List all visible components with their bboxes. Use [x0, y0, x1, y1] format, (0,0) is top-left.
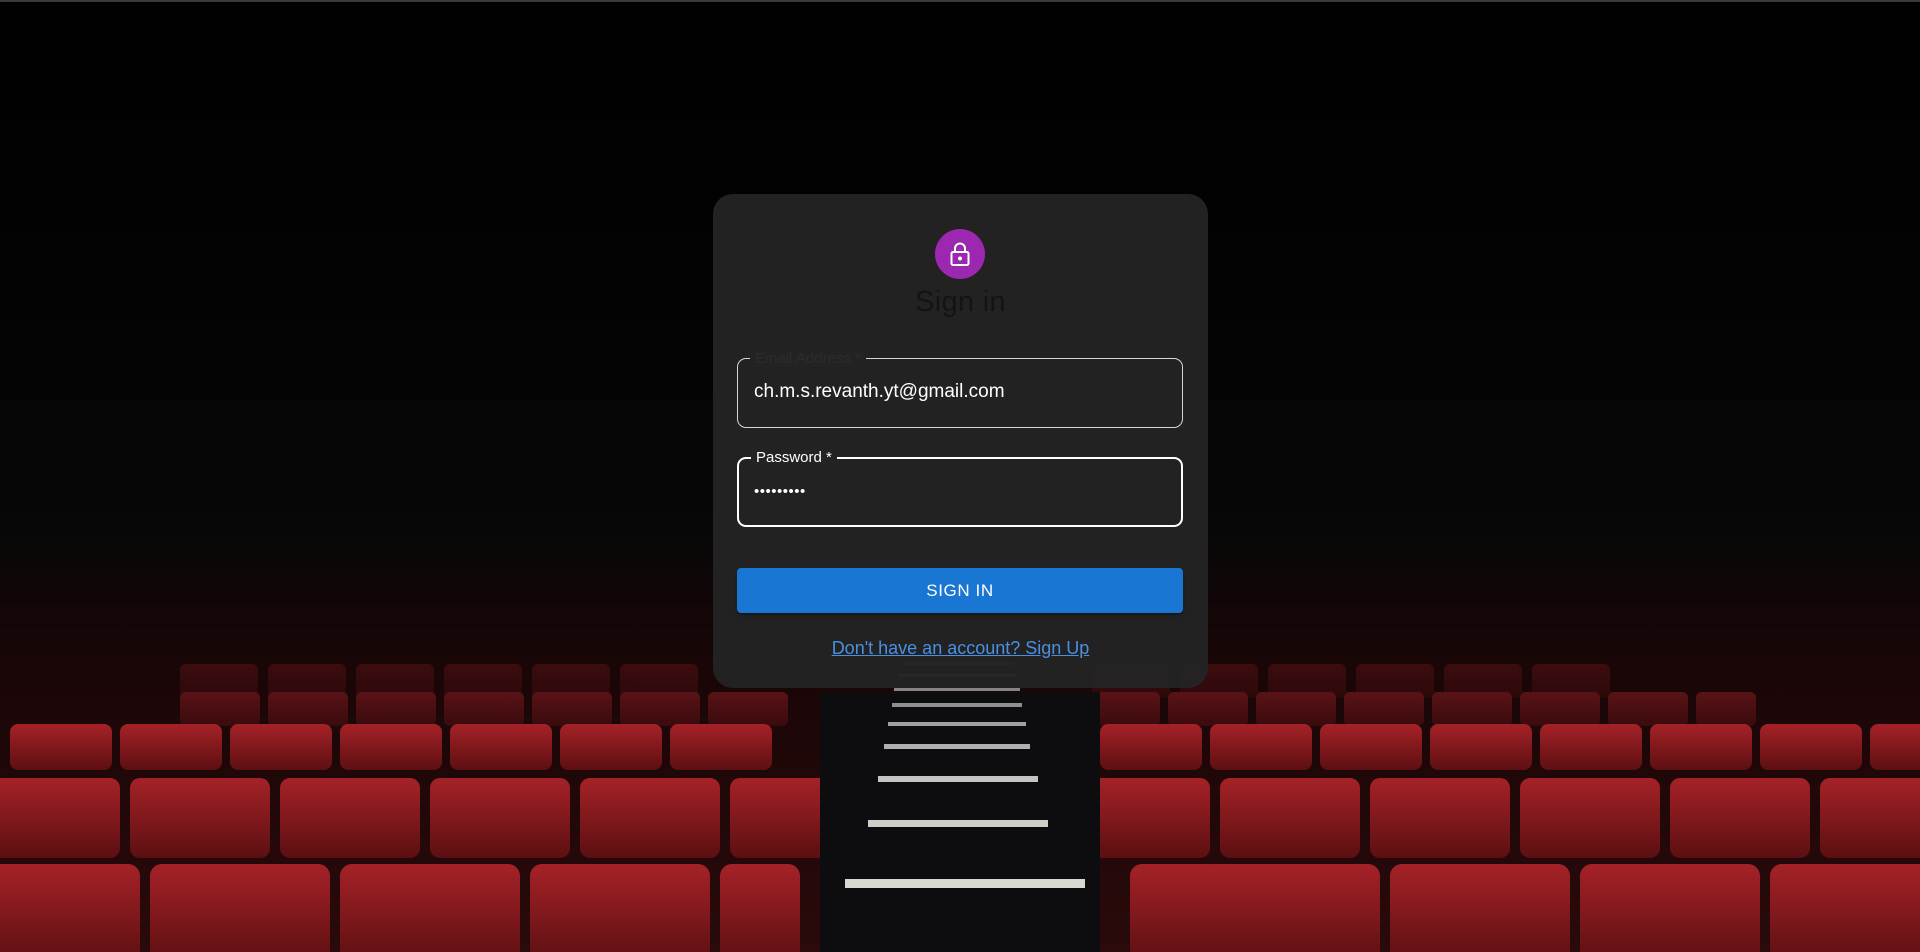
password-label: Password *	[751, 449, 837, 466]
email-label: Email Address *	[750, 350, 866, 367]
avatar	[935, 229, 985, 279]
page-title: Sign in	[915, 286, 1006, 318]
email-input[interactable]: ch.m.s.revanth.yt@gmail.com	[754, 381, 1168, 403]
password-field[interactable]: Password * •••••••••	[737, 449, 1183, 527]
password-input[interactable]: •••••••••	[754, 483, 1167, 500]
sign-up-link[interactable]: Don't have an account? Sign Up	[713, 638, 1208, 659]
aisle-stairs	[820, 662, 1100, 952]
lock-icon	[950, 242, 970, 266]
sign-in-button[interactable]: SIGN IN	[737, 568, 1183, 613]
login-page: Sign in Email Address * ch.m.s.revanth.y…	[0, 0, 1920, 952]
sign-in-card: Sign in Email Address * ch.m.s.revanth.y…	[713, 194, 1208, 688]
email-field[interactable]: Email Address * ch.m.s.revanth.yt@gmail.…	[737, 350, 1183, 428]
